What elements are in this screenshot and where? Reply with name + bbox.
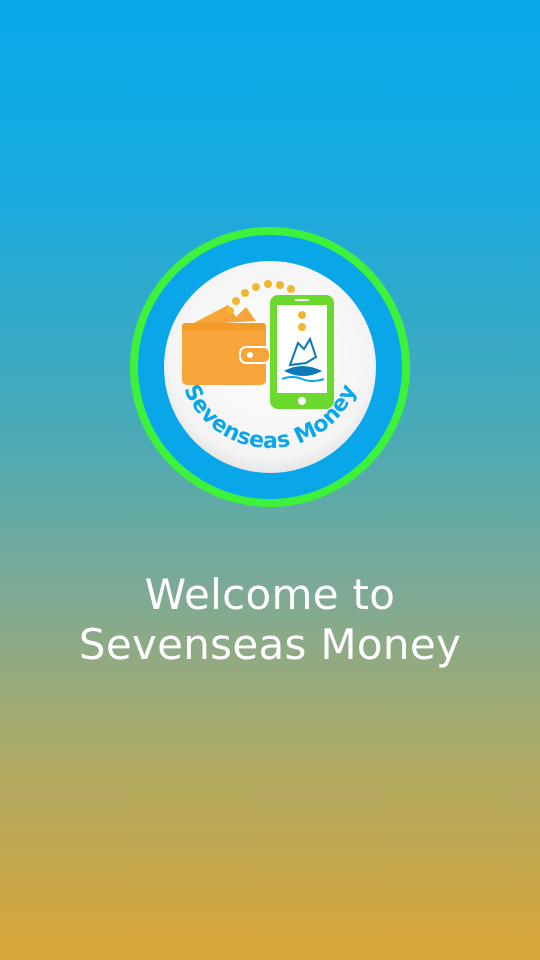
smartphone-icon [270,295,334,409]
welcome-line-2: Sevenseas Money [78,620,462,669]
sevenseas-money-logo: Sevenseas Money [128,225,412,509]
welcome-line-1: Welcome to [144,570,396,619]
welcome-message: Welcome to Sevenseas Money [0,570,540,670]
logo-graphic: Sevenseas Money [130,227,410,507]
splash-screen: Sevenseas Money Welcome to Sevenseas Mon… [0,0,540,960]
